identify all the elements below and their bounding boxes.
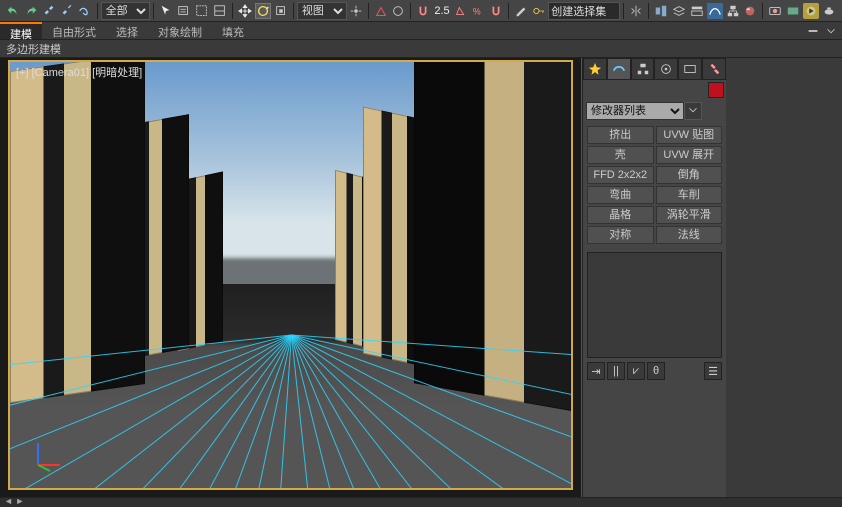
mod-bend[interactable]: 弯曲 [587, 186, 654, 204]
schematic-view-icon[interactable] [725, 3, 741, 19]
command-panel-tabs [583, 58, 726, 80]
undo-icon[interactable] [5, 3, 21, 19]
percent-snap-icon[interactable]: % [471, 3, 487, 19]
mod-normal[interactable]: 法线 [656, 226, 723, 244]
mod-shell[interactable]: 壳 [587, 146, 654, 164]
mod-uvwmap[interactable]: UVW 贴图 [656, 126, 723, 144]
scene-render [10, 62, 571, 488]
curve-editor-icon[interactable] [707, 3, 723, 19]
mod-symmetry[interactable]: 对称 [587, 226, 654, 244]
angle-snap-value: 2.5 [434, 5, 449, 17]
teapot-icon[interactable] [821, 3, 837, 19]
remove-mod-icon[interactable]: θ [647, 362, 665, 380]
window-crossing-icon[interactable] [212, 3, 228, 19]
select-name-icon[interactable] [176, 3, 192, 19]
ribbon-expand-icon[interactable] [824, 24, 838, 38]
material-editor-icon[interactable] [742, 3, 758, 19]
workspace: [+] [Camera01] [明暗处理] [0, 58, 842, 498]
mod-ffd[interactable]: FFD 2x2x2 [587, 166, 654, 184]
scale-icon[interactable] [273, 3, 289, 19]
bind-icon[interactable] [77, 3, 93, 19]
link-icon[interactable] [41, 3, 57, 19]
snap-toggle-icon[interactable] [415, 3, 431, 19]
main-toolbar: 全部 视图 2.5 % 创建选择集 [0, 0, 842, 22]
object-color-swatch[interactable] [583, 80, 726, 100]
render-icon[interactable] [803, 3, 819, 19]
tab-modify-icon[interactable] [607, 58, 631, 80]
status-bar: ◄ ► [0, 497, 842, 507]
align-icon[interactable] [653, 3, 669, 19]
mirror-icon[interactable] [628, 3, 644, 19]
pivot-icon[interactable] [348, 3, 364, 19]
tab-objectpaint[interactable]: 对象绘制 [148, 22, 212, 39]
tab-selection[interactable]: 选择 [106, 22, 148, 39]
unique-icon[interactable]: ⩗ [627, 362, 645, 380]
modifier-buttons: 挤出 UVW 贴图 壳 UVW 展开 FFD 2x2x2 倒角 弯曲 车削 晶格… [583, 122, 726, 248]
svg-text:%: % [472, 6, 480, 16]
rotate-icon[interactable] [255, 3, 271, 19]
stack-tools: ⇥ || ⩗ θ ☰ [583, 362, 726, 384]
scope-selector[interactable]: 全部 [101, 2, 151, 20]
tab-modeling[interactable]: 建模 [0, 22, 42, 39]
timeline-scrub-icon[interactable]: ◄ ► [4, 496, 24, 506]
pin-stack-icon[interactable]: ⇥ [587, 362, 605, 380]
viewport-camera[interactable]: [+] [Camera01] [明暗处理] [8, 60, 573, 490]
coord-system-selector[interactable]: 视图 [297, 2, 347, 20]
spinner-snap-icon[interactable] [489, 3, 505, 19]
command-panel: 修改器列表 挤出 UVW 贴图 壳 UVW 展开 FFD 2x2x2 倒角 弯曲… [582, 58, 726, 498]
tab-populate[interactable]: 填充 [212, 22, 254, 39]
tab-create-icon[interactable] [583, 58, 607, 80]
tab-motion-icon[interactable] [654, 58, 678, 80]
keymode-icon[interactable] [391, 3, 407, 19]
layers-icon[interactable] [671, 3, 687, 19]
viewport-container: [+] [Camera01] [明暗处理] [0, 58, 582, 498]
ribbon-sub-label: 多边形建模 [0, 40, 842, 58]
angle-snap-icon[interactable] [453, 3, 469, 19]
tab-display-icon[interactable] [678, 58, 702, 80]
render-setup-icon[interactable] [767, 3, 783, 19]
manip-icon[interactable] [373, 3, 389, 19]
tab-utilities-icon[interactable] [702, 58, 726, 80]
named-selection-set[interactable]: 创建选择集 [548, 2, 620, 20]
mod-lathe[interactable]: 车削 [656, 186, 723, 204]
mod-lattice[interactable]: 晶格 [587, 206, 654, 224]
viewport-label[interactable]: [+] [Camera01] [明暗处理] [16, 64, 142, 80]
ribbon-min-icon[interactable] [806, 24, 820, 38]
cursor-icon[interactable] [158, 3, 174, 19]
mod-unwrap[interactable]: UVW 展开 [656, 146, 723, 164]
modifier-list-dropdown[interactable]: 修改器列表 [586, 102, 684, 120]
tab-hierarchy-icon[interactable] [631, 58, 655, 80]
ribbon-toggle-icon[interactable] [689, 3, 705, 19]
mod-chamfer[interactable]: 倒角 [656, 166, 723, 184]
named-sel-key-icon[interactable] [531, 3, 547, 19]
modifier-stack[interactable] [587, 252, 722, 358]
show-end-icon[interactable]: || [607, 362, 625, 380]
redo-icon[interactable] [23, 3, 39, 19]
mod-turbosmooth[interactable]: 涡轮平滑 [656, 206, 723, 224]
render-frame-icon[interactable] [785, 3, 801, 19]
move-icon[interactable] [237, 3, 253, 19]
tab-freeform[interactable]: 自由形式 [42, 22, 106, 39]
axis-tripod-icon [30, 437, 66, 476]
rollout-area [583, 384, 726, 498]
ribbon-tabs: 建模 自由形式 选择 对象绘制 填充 [0, 22, 842, 40]
right-empty-rail [726, 58, 842, 498]
configure-sets-icon[interactable]: ☰ [704, 362, 722, 380]
mod-extrude[interactable]: 挤出 [587, 126, 654, 144]
rect-select-icon[interactable] [194, 3, 210, 19]
config-button-icon[interactable] [684, 102, 702, 120]
unlink-icon[interactable] [59, 3, 75, 19]
named-sel-edit-icon[interactable] [513, 3, 529, 19]
